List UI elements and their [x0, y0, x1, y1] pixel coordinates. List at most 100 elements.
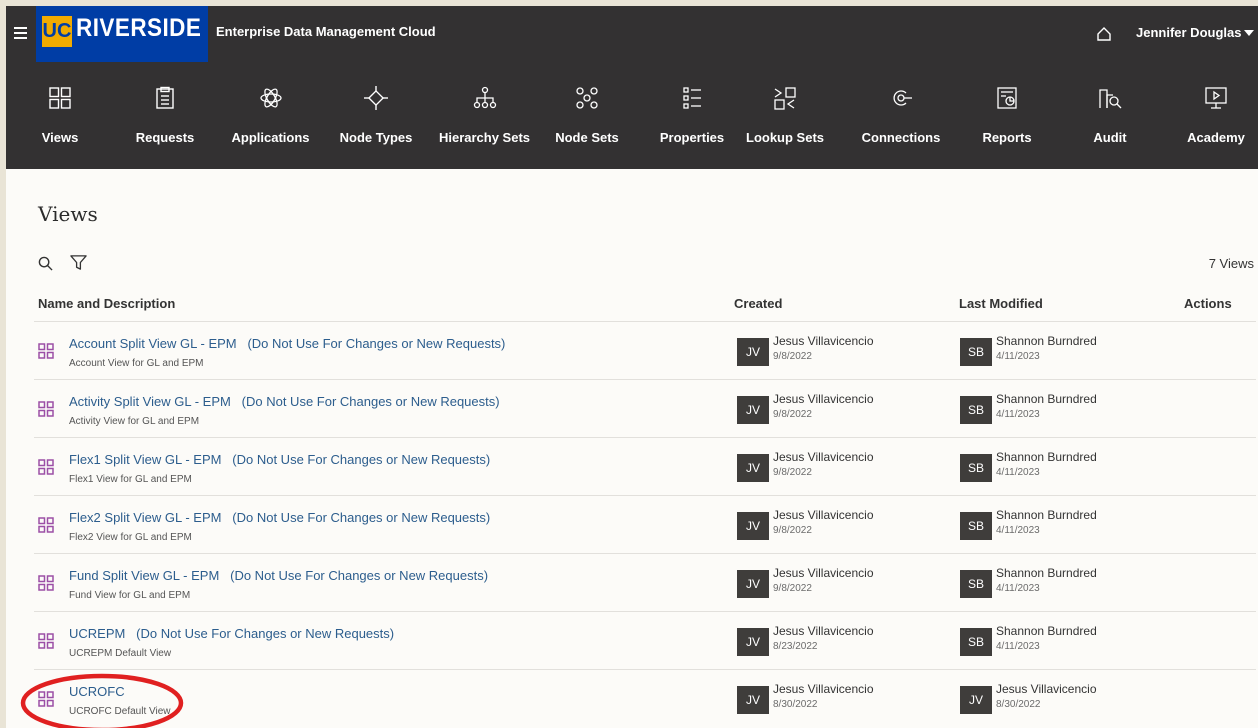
view-name-link[interactable]: Flex2 Split View GL - EPM (Do Not Use Fo…	[69, 510, 490, 525]
nav-label: Node Sets	[555, 130, 619, 145]
app-title: Enterprise Data Management Cloud	[216, 24, 436, 39]
view-name-link[interactable]: Account Split View GL - EPM (Do Not Use …	[69, 336, 505, 351]
column-header-last-modified[interactable]: Last Modified	[959, 296, 1043, 311]
table-row[interactable]: UCREPM (Do Not Use For Changes or New Re…	[34, 611, 1256, 669]
nav-audit[interactable]: Audit	[1082, 64, 1138, 169]
app-window: UC RIVERSIDE Enterprise Data Management …	[6, 6, 1258, 728]
nav-reports[interactable]: Reports	[972, 64, 1042, 169]
avatar: SB	[960, 396, 992, 424]
view-grid-icon	[38, 401, 54, 417]
table-row[interactable]: Account Split View GL - EPM (Do Not Use …	[34, 321, 1256, 379]
column-header-name[interactable]: Name and Description	[38, 296, 175, 311]
view-description: Activity View for GL and EPM	[69, 416, 200, 427]
modified-date: 4/11/2023	[996, 525, 1040, 536]
modified-by: Shannon Burndred	[996, 624, 1097, 638]
view-name-link[interactable]: UCROFC	[69, 684, 125, 699]
avatar: JV	[737, 396, 769, 424]
nav-label: Views	[41, 130, 79, 145]
node-sets-icon	[576, 87, 598, 109]
avatar: JV	[737, 512, 769, 540]
created-by: Jesus Villavicencio	[773, 566, 874, 580]
modified-by: Jesus Villavicencio	[996, 682, 1097, 696]
home-icon[interactable]	[1096, 26, 1112, 42]
view-grid-icon	[38, 691, 54, 707]
avatar: JV	[737, 570, 769, 598]
hamburger-menu-icon[interactable]	[10, 22, 34, 46]
nav-label: Requests	[135, 130, 195, 145]
created-by: Jesus Villavicencio	[773, 334, 874, 348]
modified-date: 8/30/2022	[996, 699, 1041, 710]
hierarchy-sets-icon	[473, 86, 496, 109]
view-name-link[interactable]: Activity Split View GL - EPM (Do Not Use…	[69, 394, 500, 409]
views-icon	[49, 87, 71, 109]
modified-date: 4/11/2023	[996, 583, 1040, 594]
audit-icon	[1099, 89, 1122, 109]
chevron-down-icon[interactable]	[1244, 30, 1254, 36]
applications-icon	[259, 88, 282, 108]
created-date: 9/8/2022	[773, 467, 812, 478]
avatar: JV	[960, 686, 992, 714]
filter-icon[interactable]	[70, 254, 87, 271]
requests-icon	[156, 86, 174, 109]
nav-node-types[interactable]: Node Types	[333, 64, 419, 169]
nav-connections[interactable]: Connections	[858, 64, 944, 169]
nav-properties[interactable]: Properties	[654, 64, 730, 169]
created-by: Jesus Villavicencio	[773, 682, 874, 696]
view-grid-icon	[38, 575, 54, 591]
nav-academy[interactable]: Academy	[1178, 64, 1254, 169]
table-row[interactable]: Flex2 Split View GL - EPM (Do Not Use Fo…	[34, 495, 1256, 553]
search-icon[interactable]	[38, 256, 53, 271]
nav-lookup-sets[interactable]: Lookup Sets	[746, 64, 824, 169]
avatar: JV	[737, 686, 769, 714]
avatar: JV	[737, 454, 769, 482]
nav-label: Properties	[659, 130, 725, 145]
views-count: 7 Views	[1208, 256, 1254, 271]
node-types-icon	[364, 86, 388, 110]
academy-icon	[1205, 87, 1227, 109]
nav-hierarchy-sets[interactable]: Hierarchy Sets	[437, 64, 532, 169]
view-name-link[interactable]: UCREPM (Do Not Use For Changes or New Re…	[69, 626, 394, 641]
modified-by: Shannon Burndred	[996, 566, 1097, 580]
column-header-created[interactable]: Created	[734, 296, 782, 311]
nav-label: Applications	[231, 130, 310, 145]
modified-by: Shannon Burndred	[996, 392, 1097, 406]
nav-label: Hierarchy Sets	[438, 130, 531, 145]
nav-views[interactable]: Views	[24, 64, 96, 169]
nav-requests[interactable]: Requests	[124, 64, 206, 169]
table-row[interactable]: Fund Split View GL - EPM (Do Not Use For…	[34, 553, 1256, 611]
modified-date: 4/11/2023	[996, 409, 1040, 420]
created-date: 9/8/2022	[773, 583, 812, 594]
view-grid-icon	[38, 459, 54, 475]
avatar: SB	[960, 570, 992, 598]
user-menu[interactable]: Jennifer Douglas	[1136, 25, 1241, 40]
view-grid-icon	[38, 633, 54, 649]
avatar: JV	[737, 338, 769, 366]
created-date: 9/8/2022	[773, 525, 812, 536]
column-header-actions: Actions	[1184, 296, 1232, 311]
table-row[interactable]: UCROFC UCROFC Default View JV Jesus Vill…	[34, 669, 1256, 727]
view-description: UCROFC Default View	[69, 706, 171, 717]
nav-applications[interactable]: Applications	[228, 64, 313, 169]
view-grid-icon	[38, 517, 54, 533]
view-description: Flex1 View for GL and EPM	[69, 474, 192, 485]
nav-label: Node Types	[339, 130, 413, 145]
modified-by: Shannon Burndred	[996, 334, 1097, 348]
view-grid-icon	[38, 343, 54, 359]
created-by: Jesus Villavicencio	[773, 450, 874, 464]
nav-label: Audit	[1093, 130, 1127, 145]
avatar: SB	[960, 628, 992, 656]
table-row[interactable]: Activity Split View GL - EPM (Do Not Use…	[34, 379, 1256, 437]
created-date: 8/30/2022	[773, 699, 818, 710]
nav-label: Academy	[1187, 130, 1245, 145]
uc-riverside-logo[interactable]: UC RIVERSIDE	[36, 6, 208, 62]
view-name-link[interactable]: Fund Split View GL - EPM (Do Not Use For…	[69, 568, 488, 583]
modified-date: 4/11/2023	[996, 467, 1040, 478]
table-row[interactable]: Flex1 Split View GL - EPM (Do Not Use Fo…	[34, 437, 1256, 495]
created-date: 8/23/2022	[773, 641, 818, 652]
avatar: SB	[960, 338, 992, 366]
view-description: Account View for GL and EPM	[69, 358, 204, 369]
view-description: Flex2 View for GL and EPM	[69, 532, 192, 543]
nav-node-sets[interactable]: Node Sets	[551, 64, 623, 169]
view-name-link[interactable]: Flex1 Split View GL - EPM (Do Not Use Fo…	[69, 452, 490, 467]
modified-date: 4/11/2023	[996, 351, 1040, 362]
